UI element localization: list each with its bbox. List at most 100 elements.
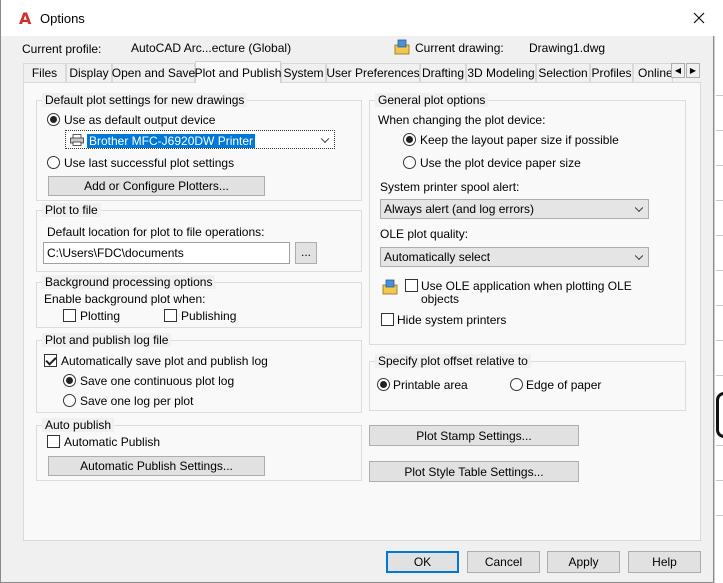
plot-offset-title: Specify plot offset relative to	[375, 354, 531, 368]
tab-selection[interactable]: Selection	[536, 63, 590, 82]
edge-of-paper-label: Edge of paper	[526, 378, 602, 392]
use-ole-application-label-2: objects	[421, 292, 460, 306]
ole-quality-value: Automatically select	[384, 250, 491, 264]
browse-location-button[interactable]: ...	[295, 242, 317, 264]
hide-system-printers-checkbox[interactable]	[381, 313, 394, 326]
background-processing-title: Background processing options	[42, 275, 216, 289]
auto-publish-title: Auto publish	[42, 418, 115, 432]
log-per-plot-radio[interactable]	[63, 394, 76, 407]
ole-quality-label: OLE plot quality:	[380, 227, 469, 241]
hide-system-printers-label: Hide system printers	[397, 313, 507, 327]
autocad-logo-icon: A	[19, 9, 32, 28]
plot-file-location-input[interactable]: C:\Users\FDC\documents	[43, 242, 290, 264]
tab-3d-modeling[interactable]: 3D Modeling	[466, 63, 536, 82]
tab-profiles[interactable]: Profiles	[590, 63, 633, 82]
background-line	[716, 480, 723, 481]
tab-drafting[interactable]: Drafting	[420, 63, 466, 82]
background-plotting-checkbox[interactable]	[63, 309, 76, 322]
background-line	[716, 165, 723, 166]
output-device-select[interactable]: Brother MFC-J6920DW Printer	[65, 130, 335, 149]
background-shape	[716, 392, 723, 438]
continuous-log-label: Save one continuous plot log	[80, 374, 235, 388]
background-line	[716, 375, 723, 376]
background-line	[716, 130, 723, 131]
background-line	[716, 270, 723, 271]
tab-scroll-left-icon[interactable]: ◀	[671, 63, 685, 78]
cancel-button[interactable]: Cancel	[467, 551, 540, 573]
keep-layout-paper-label: Keep the layout paper size if possible	[420, 133, 619, 147]
edge-of-paper-radio[interactable]	[510, 378, 523, 391]
plot-file-location-label: Default location for plot to file operat…	[47, 225, 265, 239]
use-default-device-radio[interactable]	[47, 113, 60, 126]
auto-save-log-checkbox[interactable]	[44, 354, 57, 367]
close-icon[interactable]	[690, 9, 708, 27]
log-per-plot-label: Save one log per plot	[80, 394, 194, 408]
output-device-value: Brother MFC-J6920DW Printer	[87, 134, 256, 148]
enable-background-label: Enable background plot when:	[44, 292, 206, 306]
automatic-publish-checkbox[interactable]	[47, 435, 60, 448]
background-window-edge	[714, 0, 723, 583]
drawing-icon	[394, 39, 410, 55]
tab-files[interactable]: Files	[23, 63, 66, 82]
options-dialog: A Options Current profile: AutoCAD Arc..…	[0, 0, 715, 583]
general-plot-options-title: General plot options	[375, 93, 489, 107]
auto-save-log-label: Automatically save plot and publish log	[61, 354, 268, 368]
window-title: Options	[40, 11, 85, 26]
plot-file-location-value: C:\Users\FDC\documents	[47, 246, 184, 260]
continuous-log-radio[interactable]	[63, 374, 76, 387]
tab-display[interactable]: Display	[66, 63, 112, 82]
changing-device-label: When changing the plot device:	[378, 113, 546, 127]
background-line	[716, 95, 723, 96]
background-publishing-label: Publishing	[181, 309, 237, 323]
ole-icon	[382, 279, 398, 295]
keep-layout-paper-radio[interactable]	[403, 133, 416, 146]
background-line	[716, 445, 723, 446]
automatic-publish-settings-button[interactable]: Automatic Publish Settings...	[48, 456, 265, 476]
printer-icon	[70, 134, 84, 146]
use-last-plot-settings-label: Use last successful plot settings	[64, 156, 235, 170]
spool-alert-value: Always alert (and log errors)	[384, 202, 535, 216]
current-drawing-label: Current drawing:	[415, 41, 504, 55]
use-default-device-label: Use as default output device	[64, 113, 216, 127]
spool-alert-select[interactable]: Always alert (and log errors)	[380, 199, 649, 219]
ok-button[interactable]: OK	[386, 551, 459, 573]
tab-plot-and-publish[interactable]: Plot and Publish	[195, 61, 281, 83]
background-line	[716, 305, 723, 306]
tab-user-preferences[interactable]: User Preferences	[326, 63, 420, 82]
current-drawing-value: Drawing1.dwg	[529, 41, 606, 55]
background-line	[716, 200, 723, 201]
plot-publish-log-title: Plot and publish log file	[42, 333, 172, 347]
tab-system[interactable]: System	[281, 63, 326, 82]
plot-style-table-settings-button[interactable]: Plot Style Table Settings...	[369, 461, 579, 482]
apply-button[interactable]: Apply	[547, 551, 620, 573]
ole-quality-select[interactable]: Automatically select	[380, 247, 649, 267]
printable-area-label: Printable area	[393, 378, 468, 392]
title-bar: A Options	[1, 0, 715, 36]
use-ole-application-label: Use OLE application when plotting OLE	[421, 279, 632, 293]
spool-alert-label: System printer spool alert:	[380, 180, 520, 194]
use-last-plot-settings-radio[interactable]	[47, 156, 60, 169]
tab-scroll-right-icon[interactable]: ▶	[686, 63, 700, 78]
help-button[interactable]: Help	[628, 551, 701, 573]
chevron-down-icon	[320, 134, 330, 143]
background-plotting-label: Plotting	[80, 309, 121, 323]
tab-open-and-save[interactable]: Open and Save	[112, 63, 195, 82]
background-line	[716, 340, 723, 341]
background-line	[716, 235, 723, 236]
plot-stamp-settings-button[interactable]: Plot Stamp Settings...	[369, 425, 579, 446]
use-device-paper-radio[interactable]	[403, 156, 416, 169]
current-profile-label: Current profile:	[22, 42, 102, 56]
plot-to-file-title: Plot to file	[42, 203, 101, 217]
background-publishing-checkbox[interactable]	[164, 309, 177, 322]
add-configure-plotters-button[interactable]: Add or Configure Plotters...	[48, 176, 265, 196]
background-line	[716, 515, 723, 516]
chevron-down-icon	[634, 203, 644, 213]
chevron-down-icon	[634, 251, 644, 261]
current-profile-value: AutoCAD Arc...ecture (Global)	[131, 41, 292, 55]
printable-area-radio[interactable]	[377, 378, 390, 391]
automatic-publish-label: Automatic Publish	[64, 435, 161, 449]
tab-online[interactable]: Online	[633, 63, 673, 82]
use-device-paper-label: Use the plot device paper size	[420, 156, 581, 170]
default-plot-settings-title: Default plot settings for new drawings	[42, 93, 248, 107]
use-ole-application-checkbox[interactable]	[405, 279, 418, 292]
